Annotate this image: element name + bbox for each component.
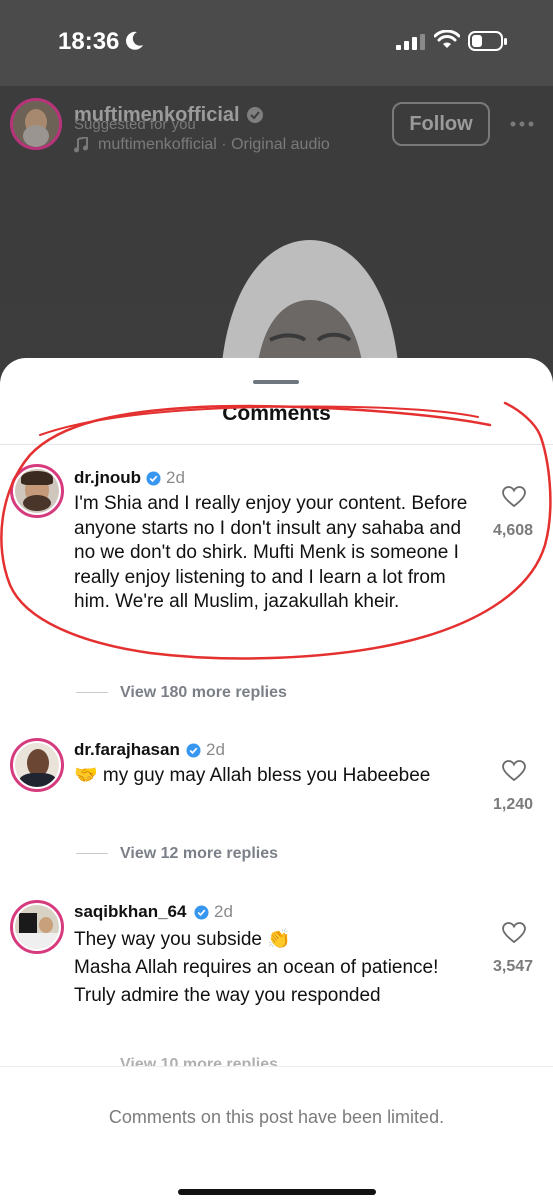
- commenter-avatar[interactable]: [10, 738, 64, 792]
- battery-icon: [468, 31, 507, 51]
- comment-time: 2d: [206, 740, 225, 759]
- like-count: 4,608: [492, 522, 534, 539]
- profile-avatar[interactable]: [10, 98, 62, 150]
- follow-button[interactable]: Follow: [392, 102, 490, 146]
- cellular-signal-icon: [396, 34, 425, 50]
- status-time: 18:36: [58, 28, 120, 55]
- sheet-grabber[interactable]: [253, 380, 299, 384]
- verified-badge-icon: [247, 107, 263, 123]
- comments-sheet: Comments dr.jnoub 2d I'm Shia and I real…: [0, 358, 553, 1200]
- view-replies-label: View 180 more replies: [120, 684, 287, 701]
- like-count: 3,547: [492, 958, 534, 975]
- verified-badge-icon: [194, 905, 209, 920]
- music-note-icon: [74, 137, 88, 153]
- commenter-avatar[interactable]: [10, 900, 64, 954]
- like-count: 1,240: [492, 796, 534, 813]
- moon-icon: [126, 31, 143, 50]
- like-heart-icon[interactable]: [502, 486, 526, 508]
- comment-text-line: Masha Allah requires an ocean of patienc…: [74, 957, 439, 978]
- view-replies-link[interactable]: View 180 more replies: [76, 684, 287, 702]
- verified-badge-icon: [186, 743, 201, 758]
- comment-text-line: Truly admire the way you responded: [74, 985, 381, 1006]
- divider: [0, 444, 553, 445]
- home-indicator[interactable]: [178, 1189, 376, 1195]
- commenter-avatar[interactable]: [10, 464, 64, 518]
- sheet-title: Comments: [222, 402, 331, 425]
- audio-label[interactable]: muftimenkofficial · Original audio: [98, 136, 330, 154]
- comment-time: 2d: [166, 468, 185, 487]
- comments-limited-text: Comments on this post have been limited.: [108, 1107, 445, 1127]
- status-bar: 18:36: [0, 0, 553, 86]
- comments-limited-bar: Comments on this post have been limited.: [0, 1066, 553, 1200]
- divider: [76, 853, 108, 855]
- comment-text: I'm Shia and I really enjoy your content…: [74, 493, 468, 612]
- like-heart-icon[interactable]: [502, 760, 526, 782]
- reel-header: muftimenkofficial Suggested for you muft…: [0, 86, 553, 166]
- comment-username[interactable]: dr.farajhasan: [74, 740, 180, 760]
- wifi-icon: [434, 30, 460, 48]
- comment-text: 🤝 my guy may Allah bless you Habeebee: [74, 765, 431, 786]
- more-options-icon[interactable]: [508, 114, 536, 134]
- suggested-label: Suggested for you: [74, 116, 196, 133]
- comment-text-line: They way you subside 👏: [74, 929, 291, 950]
- comment-time: 2d: [214, 902, 233, 921]
- comment-username[interactable]: dr.jnoub: [74, 468, 141, 488]
- view-replies-link[interactable]: View 12 more replies: [76, 845, 278, 863]
- comment-username[interactable]: saqibkhan_64: [74, 902, 186, 922]
- verified-badge-icon: [146, 471, 161, 486]
- view-replies-label: View 12 more replies: [120, 845, 279, 862]
- like-heart-icon[interactable]: [502, 922, 526, 944]
- divider: [76, 692, 108, 694]
